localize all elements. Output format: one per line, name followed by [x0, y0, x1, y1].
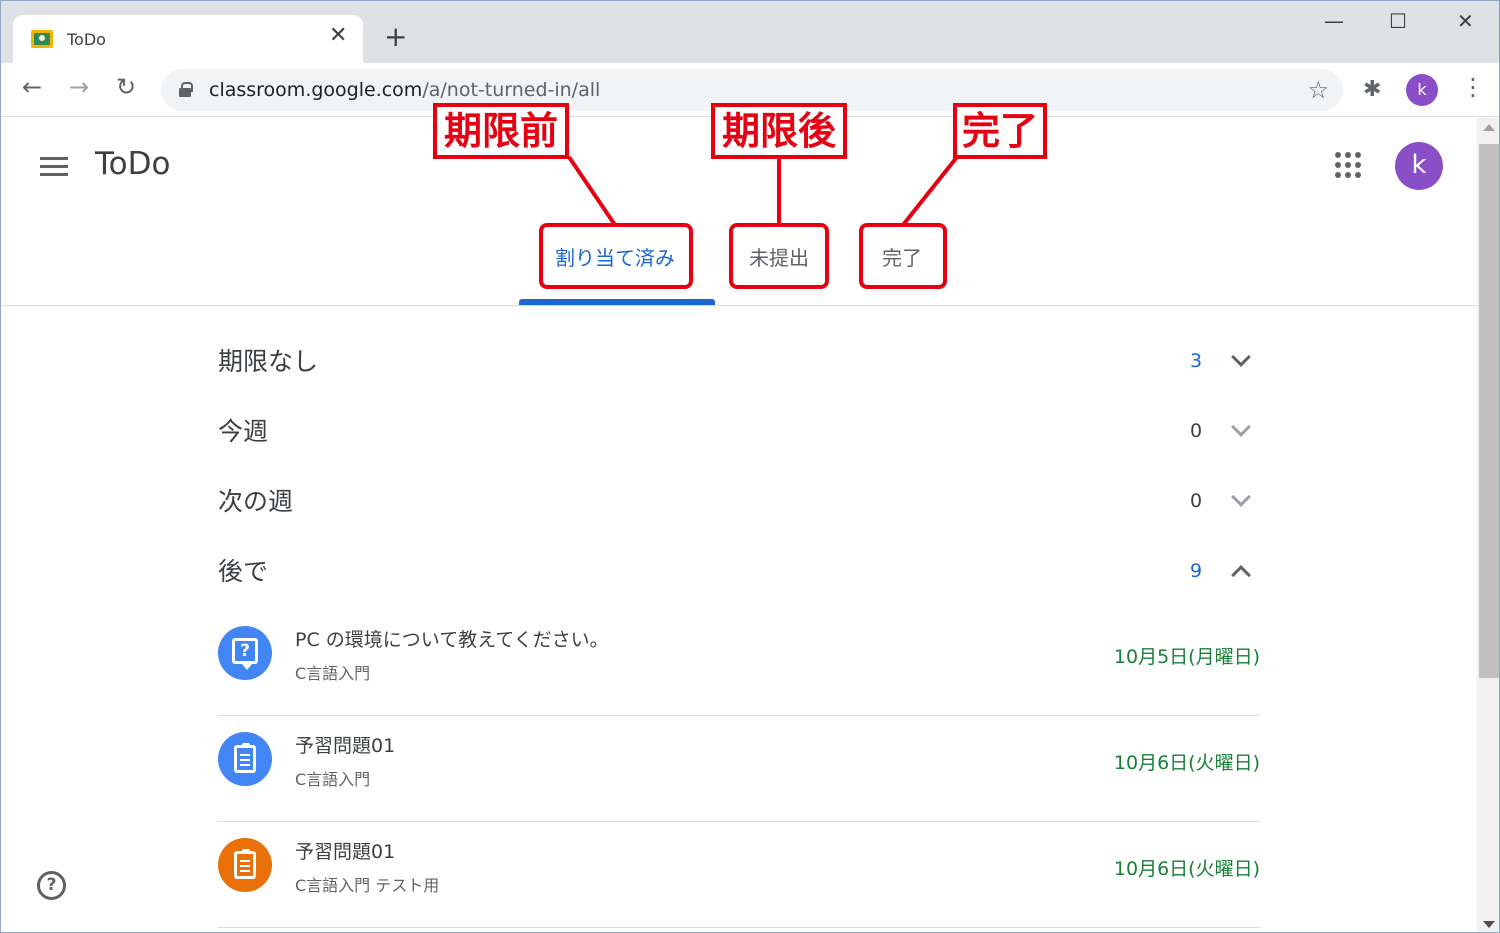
page-scrollbar[interactable] [1477, 118, 1499, 932]
item-title: 予習問題01 [295, 735, 396, 757]
item-divider [218, 927, 1260, 928]
section-count: 9 [1189, 560, 1203, 582]
google-apps-icon[interactable] [1335, 152, 1361, 178]
account-avatar[interactable]: k [1395, 142, 1443, 190]
annotation-label: 期限後 [711, 103, 847, 159]
close-window-button[interactable]: ✕ [1457, 11, 1474, 31]
chevron-up-icon[interactable] [1231, 565, 1251, 585]
annotation-highlight-box [859, 223, 947, 289]
annotation-highlight-box [729, 223, 829, 289]
section-count: 0 [1189, 420, 1203, 442]
scroll-down-icon[interactable] [1483, 921, 1495, 928]
chevron-down-icon[interactable] [1231, 417, 1251, 437]
maximize-button[interactable]: ☐ [1389, 11, 1407, 31]
item-due-date: 10月5日(月曜日) [1113, 646, 1260, 668]
assignment-icon [218, 838, 272, 892]
section-label: 次の週 [218, 487, 294, 516]
page-title: ToDo [95, 146, 171, 182]
minimize-button[interactable]: — [1324, 11, 1344, 31]
list-item[interactable]: 予習問題01 C言語入門 テスト用 10月6日(火曜日) [218, 822, 1260, 928]
list-item[interactable]: 予習問題01 C言語入門 10月6日(火曜日) [218, 716, 1260, 822]
forward-icon[interactable]: → [69, 75, 89, 99]
section-next-week[interactable]: 次の週 0 [218, 476, 1260, 526]
bookmark-star-icon[interactable]: ☆ [1307, 76, 1329, 104]
section-count: 3 [1189, 350, 1203, 372]
scroll-up-icon[interactable] [1483, 124, 1495, 131]
tabs-divider [1, 305, 1477, 306]
annotation-highlight-box [539, 223, 693, 289]
section-count: 0 [1189, 490, 1203, 512]
lock-icon[interactable] [179, 82, 193, 97]
question-icon: ? [218, 626, 272, 680]
item-title: PC の環境について教えてください。 [295, 629, 609, 651]
browser-window: ToDo ✕ + — ☐ ✕ ← → ↻ classroom.google.co… [0, 0, 1500, 933]
browser-menu-icon[interactable]: ⋮ [1461, 75, 1485, 99]
chevron-down-icon[interactable] [1231, 347, 1251, 367]
main-menu-icon[interactable] [40, 157, 68, 177]
section-label: 今週 [218, 417, 269, 446]
section-no-due-date[interactable]: 期限なし 3 [218, 336, 1260, 386]
url-host: classroom.google.com [209, 79, 423, 101]
tab-close-icon[interactable]: ✕ [329, 25, 347, 47]
reload-icon[interactable]: ↻ [116, 75, 136, 99]
chevron-down-icon[interactable] [1231, 487, 1251, 507]
assignment-icon [218, 732, 272, 786]
scroll-thumb[interactable] [1479, 144, 1499, 678]
item-class: C言語入門 [295, 770, 371, 789]
annotation-label: 期限前 [433, 103, 569, 159]
url-path: /a/not-turned-in/all [422, 79, 601, 101]
classroom-favicon-icon [31, 30, 53, 48]
help-icon[interactable]: ? [37, 871, 66, 900]
section-later[interactable]: 後で 9 [218, 546, 1260, 596]
section-label: 期限なし [218, 347, 319, 376]
item-due-date: 10月6日(火曜日) [1113, 752, 1260, 774]
annotation-label: 完了 [953, 103, 1047, 159]
url-text[interactable]: classroom.google.com/a/not-turned-in/all [209, 79, 600, 101]
item-class: C言語入門 [295, 664, 371, 683]
tab-title: ToDo [67, 30, 106, 49]
list-item[interactable]: ? PC の環境について教えてください。 C言語入門 10月5日(月曜日) [218, 610, 1260, 716]
section-label: 後で [218, 557, 269, 586]
item-class: C言語入門 テスト用 [295, 876, 440, 895]
item-due-date: 10月6日(火曜日) [1113, 858, 1260, 880]
item-title: 予習問題01 [295, 841, 396, 863]
browser-profile-avatar[interactable]: k [1406, 74, 1438, 106]
tab-strip: ToDo ✕ + — ☐ ✕ [1, 1, 1499, 63]
extensions-icon[interactable]: ✱ [1363, 77, 1381, 102]
new-tab-button[interactable]: + [384, 23, 407, 51]
section-this-week[interactable]: 今週 0 [218, 406, 1260, 456]
back-icon[interactable]: ← [22, 75, 42, 99]
browser-tab[interactable]: ToDo ✕ [13, 15, 363, 63]
